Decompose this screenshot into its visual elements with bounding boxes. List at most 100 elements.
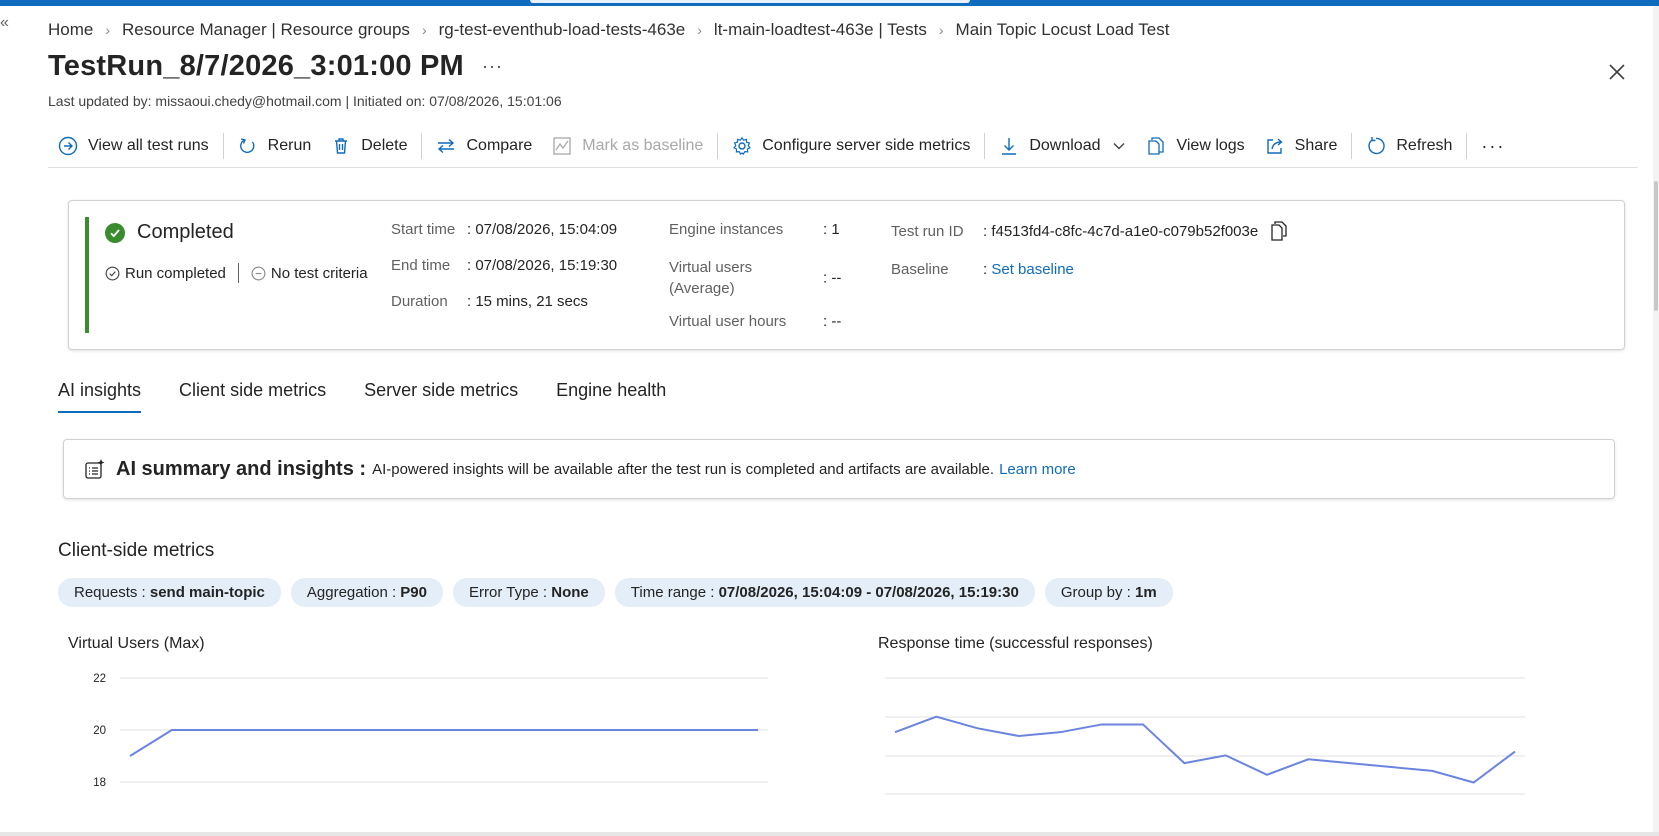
rerun-label: Rerun xyxy=(267,137,312,154)
virtual-users-label-line1: Virtual users xyxy=(669,259,753,276)
duration-value: : 15 mins, 21 secs xyxy=(467,293,588,310)
scrollbar-thumb[interactable] xyxy=(1654,181,1658,311)
requests-filter-label: Requests : xyxy=(74,584,150,601)
delete-label: Delete xyxy=(361,137,408,154)
more-options-icon[interactable]: ··· xyxy=(482,56,503,77)
breadcrumb: Home › Resource Manager | Resource group… xyxy=(48,20,1169,40)
toolbar-divider xyxy=(222,133,224,159)
test-run-id-value: : f4513fd4-c8fc-4c7d-a1e0-c079b52f003e xyxy=(983,222,1259,240)
virtual-users-value: : -- xyxy=(823,269,842,287)
minus-circle-icon xyxy=(251,266,266,280)
virtual-user-hours-label: Virtual user hours xyxy=(669,313,787,330)
tab-server-side-metrics[interactable]: Server side metrics xyxy=(364,380,518,413)
breadcrumb-item-resource-groups[interactable]: Resource Manager | Resource groups xyxy=(122,20,410,40)
run-status-card: Completed Run completed No test criteria… xyxy=(68,200,1625,350)
toolbar-divider xyxy=(1466,133,1468,159)
test-run-id-label: Test run ID xyxy=(891,222,964,240)
breadcrumb-item-tests[interactable]: lt-main-loadtest-463e | Tests xyxy=(714,20,927,40)
group-by-filter-value: 1m xyxy=(1135,584,1157,601)
mark-as-baseline-button[interactable]: Mark as baseline xyxy=(542,128,713,164)
rerun-button[interactable]: Rerun xyxy=(228,128,322,164)
page-scrollbar[interactable] xyxy=(1653,6,1659,836)
configure-server-metrics-button[interactable]: Configure server side metrics xyxy=(722,128,980,164)
group-by-filter-pill[interactable]: Group by : 1m xyxy=(1044,578,1173,607)
error-type-filter-pill[interactable]: Error Type : None xyxy=(453,578,605,607)
error-type-filter-label: Error Type : xyxy=(469,584,552,601)
chevron-down-icon xyxy=(1113,143,1125,150)
time-range-filter-label: Time range : xyxy=(630,584,719,601)
view-logs-button[interactable]: View logs xyxy=(1136,128,1254,164)
start-time-label: Start time xyxy=(391,221,456,238)
breadcrumb-item-home[interactable]: Home xyxy=(48,20,93,40)
page-subtitle: Last updated by: missaoui.chedy@hotmail.… xyxy=(48,93,562,109)
metrics-tabs: AI insights Client side metrics Server s… xyxy=(58,380,704,413)
metric-filter-pills: Requests : send main-topic Aggregation :… xyxy=(58,578,1183,607)
time-range-filter-pill[interactable]: Time range : 07/08/2026, 15:04:09 - 07/0… xyxy=(614,578,1035,607)
duration-label: Duration xyxy=(391,293,448,310)
view-all-test-runs-button[interactable]: View all test runs xyxy=(48,128,219,164)
tab-ai-insights[interactable]: AI insights xyxy=(58,380,142,413)
aggregation-filter-label: Aggregation : xyxy=(306,584,401,601)
test-run-id-row: Test run ID : f4513fd4-c8fc-4c7d-a1e0-c07… xyxy=(891,221,1288,241)
series-line[interactable] xyxy=(129,729,758,757)
end-time-label: End time xyxy=(391,257,451,274)
end-time-row: End time : 07/08/2026, 15:19:30 xyxy=(391,257,617,274)
delete-button[interactable]: Delete xyxy=(321,128,417,164)
refresh-button[interactable]: Refresh xyxy=(1356,128,1462,164)
engine-instances-value: : 1 xyxy=(823,221,840,238)
ai-insights-heading: AI summary and insights : xyxy=(116,457,367,480)
aggregation-filter-pill[interactable]: Aggregation : P90 xyxy=(290,578,443,607)
virtual-user-hours-value: : -- xyxy=(823,313,842,330)
status-heading: Completed xyxy=(105,221,234,244)
status-divider xyxy=(237,263,239,283)
test-criteria-label: No test criteria xyxy=(270,264,368,282)
download-button[interactable]: Download xyxy=(989,128,1136,164)
compare-button[interactable]: Compare xyxy=(426,128,542,164)
horizontal-scrollbar[interactable] xyxy=(0,832,1659,836)
baseline-chart-icon xyxy=(553,137,571,155)
share-button[interactable]: Share xyxy=(1255,128,1348,164)
set-baseline-link[interactable]: Set baseline xyxy=(991,261,1074,278)
tab-engine-health[interactable]: Engine health xyxy=(556,380,666,413)
baseline-row: Baseline: Set baseline xyxy=(891,261,1074,278)
response-time-chart-title: Response time (successful responses) xyxy=(878,635,1153,652)
breadcrumb-separator-icon: › xyxy=(421,22,427,38)
virtual-users-label: Virtual users (Average) xyxy=(669,257,823,299)
engine-instances-label: Engine instances xyxy=(669,221,784,238)
document-copy-icon xyxy=(1148,137,1165,155)
rerun-icon xyxy=(239,138,255,154)
engine-instances-row: Engine instances : 1 xyxy=(669,221,840,238)
configure-server-metrics-label: Configure server side metrics xyxy=(762,137,971,154)
y-tick-label: 22 xyxy=(93,673,106,685)
virtual-users-label-line2: (Average) xyxy=(669,280,735,297)
y-tick-label: 18 xyxy=(93,777,106,789)
series-line[interactable] xyxy=(894,715,1516,784)
end-time-value: : 07/08/2026, 15:19:30 xyxy=(467,257,618,274)
group-by-filter-label: Group by : xyxy=(1060,584,1136,601)
tab-client-side-metrics[interactable]: Client side metrics xyxy=(179,380,326,413)
duration-row: Duration : 15 mins, 21 secs xyxy=(391,293,588,310)
gear-icon xyxy=(733,136,752,156)
y-tick-label: 20 xyxy=(93,725,106,737)
breadcrumb-item-resource-group[interactable]: rg-test-eventhub-load-tests-463e xyxy=(439,20,686,40)
requests-filter-pill[interactable]: Requests : send main-topic xyxy=(58,578,281,607)
time-range-filter-value: 07/08/2026, 15:04:09 - 07/08/2026, 15:19… xyxy=(718,584,1019,601)
copy-icon[interactable] xyxy=(1270,221,1288,241)
virtual-users-chart: 22 20 18 xyxy=(93,673,768,789)
compare-label: Compare xyxy=(466,137,533,154)
ai-insights-banner: AI summary and insights : AI-powered ins… xyxy=(63,439,1615,499)
check-circle-icon xyxy=(105,222,125,243)
trash-icon xyxy=(335,138,348,154)
toolbar-divider xyxy=(984,133,986,159)
view-all-test-runs-label: View all test runs xyxy=(88,137,209,154)
collapse-sidebar-icon[interactable]: « xyxy=(0,14,14,32)
breadcrumb-item-test[interactable]: Main Topic Locust Load Test xyxy=(956,20,1170,40)
virtual-user-hours-row: Virtual user hours : -- xyxy=(669,313,841,330)
learn-more-link[interactable]: Learn more xyxy=(999,461,1076,478)
share-label: Share xyxy=(1294,137,1338,154)
start-time-row: Start time: 07/08/2026, 15:04:09 xyxy=(391,221,617,238)
virtual-users-row: Virtual users (Average) : -- xyxy=(669,257,841,299)
toolbar-more-icon[interactable]: ··· xyxy=(1471,128,1515,164)
close-icon[interactable] xyxy=(1605,60,1629,84)
toolbar-divider xyxy=(1351,133,1353,159)
